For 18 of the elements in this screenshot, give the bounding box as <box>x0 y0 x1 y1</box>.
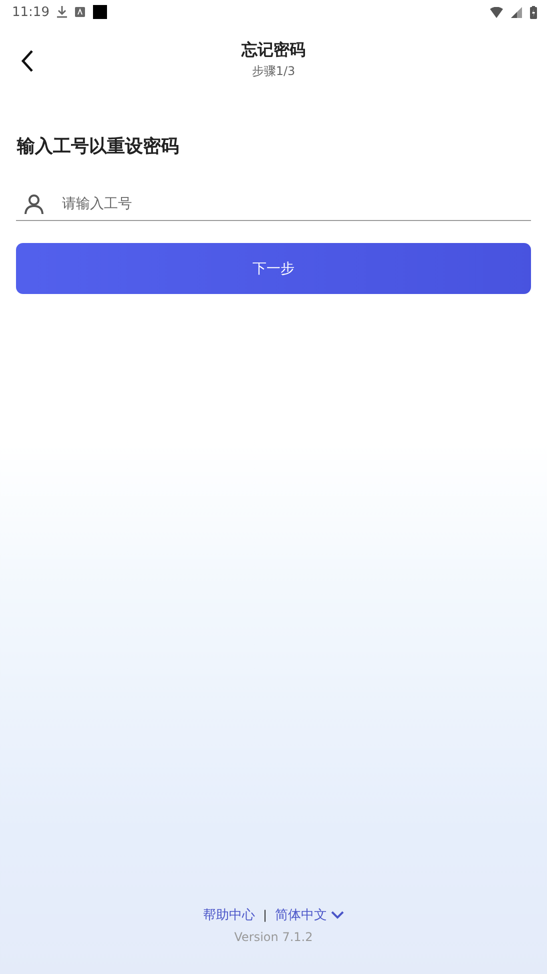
help-link[interactable]: 帮助中心 <box>202 906 255 924</box>
user-icon <box>24 194 44 214</box>
employee-id-field[interactable]: 请输入工号 <box>62 196 531 212</box>
square-icon <box>93 5 108 19</box>
section-heading: 输入工号以重设密码 <box>17 135 180 158</box>
language-selector[interactable]: 简体中文 <box>275 906 344 924</box>
app-icon <box>75 7 86 17</box>
signal-icon <box>511 6 522 18</box>
next-button[interactable]: 下一步 <box>16 243 531 294</box>
step-indicator: 步骤1/3 <box>252 63 296 80</box>
wifi-icon <box>490 6 503 18</box>
page-title: 忘记密码 <box>242 40 306 61</box>
battery-icon <box>530 6 537 18</box>
download-icon <box>57 6 68 18</box>
status-time: 11:19 <box>12 4 50 20</box>
version-text: Version 7.1.2 <box>234 930 313 944</box>
chevron-down-icon <box>331 911 344 919</box>
separator: | <box>262 908 268 922</box>
